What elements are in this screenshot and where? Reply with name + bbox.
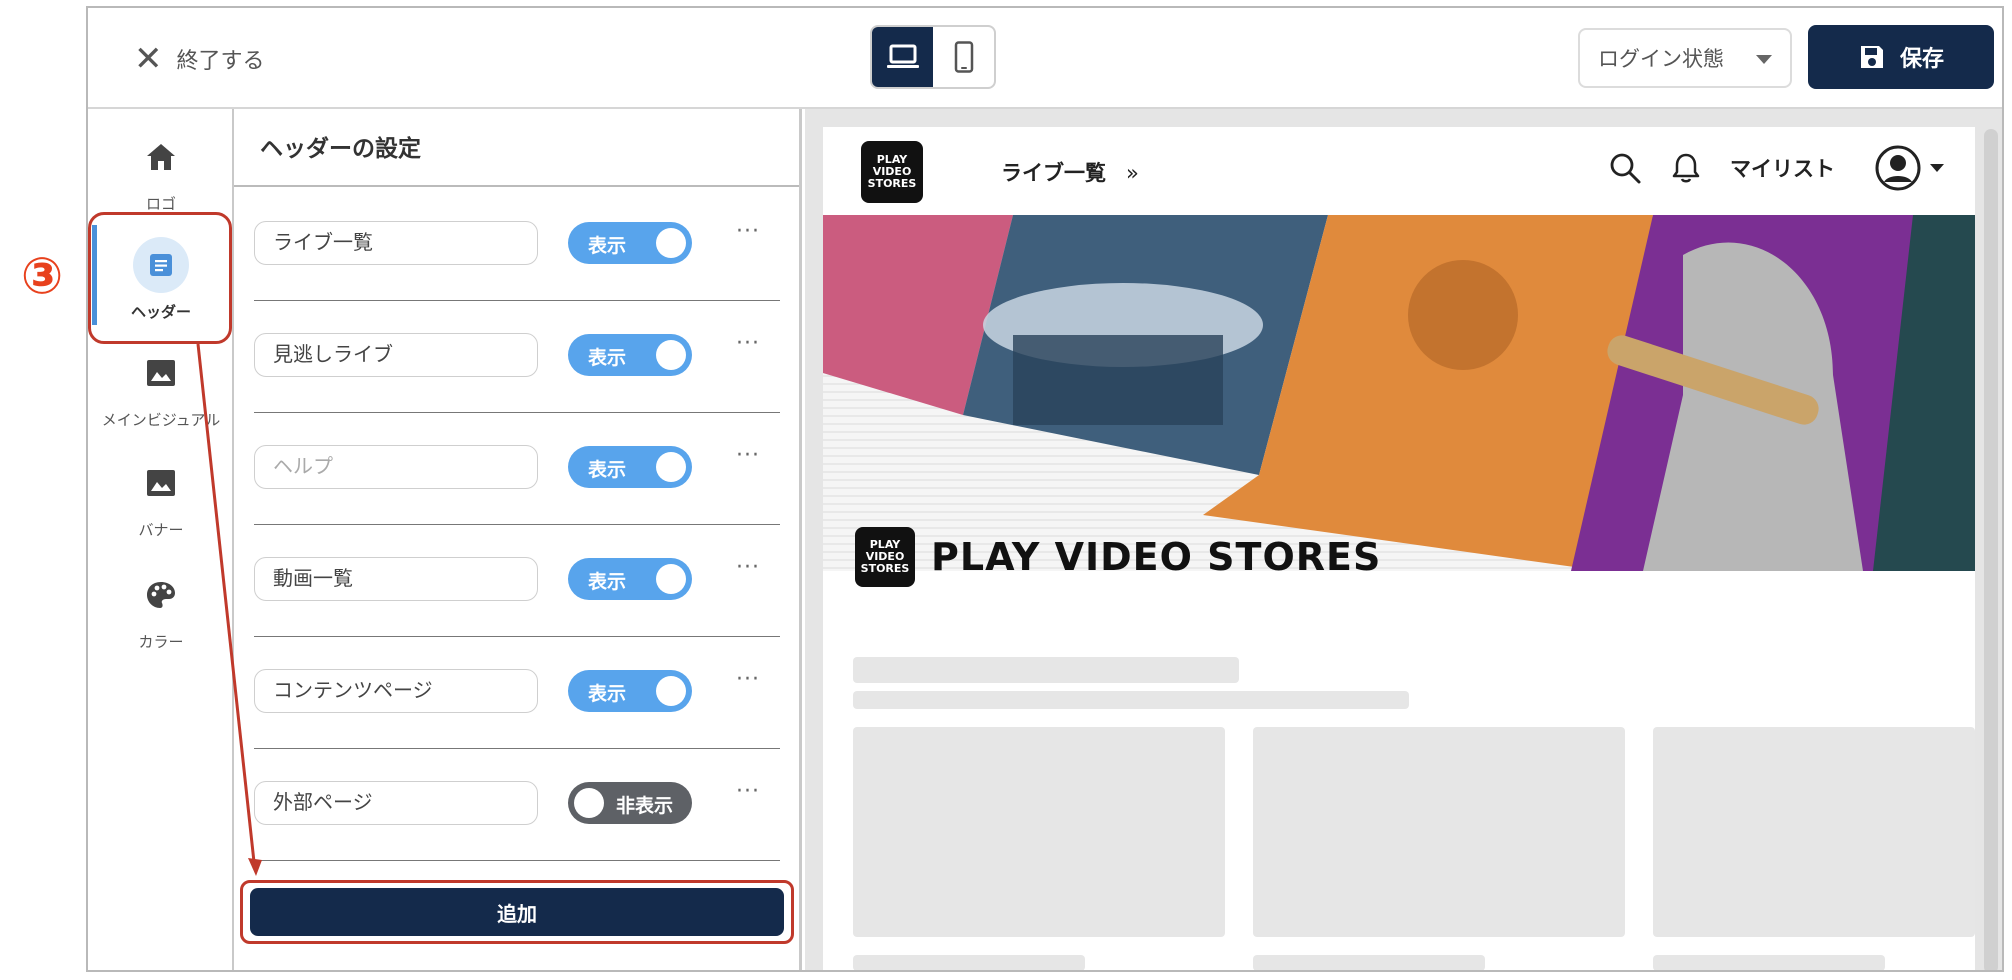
annotation-arrow	[196, 343, 262, 876]
